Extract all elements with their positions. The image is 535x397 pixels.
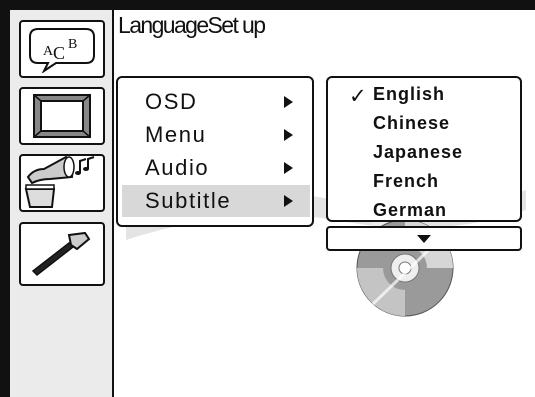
sidebar-item-video[interactable] [19, 87, 105, 145]
submenu-arrow-icon [284, 96, 293, 108]
language-speech-bubble-icon: A C B [29, 28, 95, 73]
hammer-tools-icon [31, 231, 91, 276]
scroll-down-button[interactable] [326, 226, 522, 251]
gramophone-audio-icon [24, 155, 95, 208]
language-option-chinese[interactable]: Chinese [373, 113, 450, 134]
language-option-french[interactable]: French [373, 171, 439, 192]
sidebar: A C B [10, 10, 114, 397]
sidebar-item-language[interactable]: A C B [19, 20, 105, 78]
menu-item-menu[interactable]: Menu [122, 119, 310, 151]
glyph-b: B [68, 37, 77, 52]
tv-screen-icon [33, 94, 91, 138]
language-option-german[interactable]: German [373, 200, 447, 221]
language-list: ✓ English Chinese Japanese French German [326, 76, 522, 222]
setup-submenu: OSD Menu Audio Subtitle [116, 76, 314, 227]
submenu-arrow-icon [284, 162, 293, 174]
menu-item-label: OSD [145, 89, 198, 114]
menu-item-label: Menu [145, 122, 207, 147]
submenu-arrow-icon [284, 195, 293, 207]
glyph-c: C [53, 43, 65, 63]
language-option-japanese[interactable]: Japanese [373, 142, 463, 163]
sidebar-item-setup[interactable] [19, 222, 105, 286]
checkmark-icon: ✓ [349, 85, 367, 108]
submenu-arrow-icon [284, 129, 293, 141]
menu-item-subtitle[interactable]: Subtitle [122, 185, 310, 217]
menu-item-audio[interactable]: Audio [122, 152, 310, 184]
sidebar-item-audio[interactable] [19, 154, 105, 212]
menu-item-osd[interactable]: OSD [122, 86, 310, 118]
language-option-english[interactable]: English [373, 84, 445, 105]
arrow-down-icon [417, 235, 431, 243]
page-title: LanguageSet up [118, 12, 266, 38]
menu-item-label: Audio [145, 155, 210, 180]
menu-item-label: Subtitle [145, 188, 232, 213]
